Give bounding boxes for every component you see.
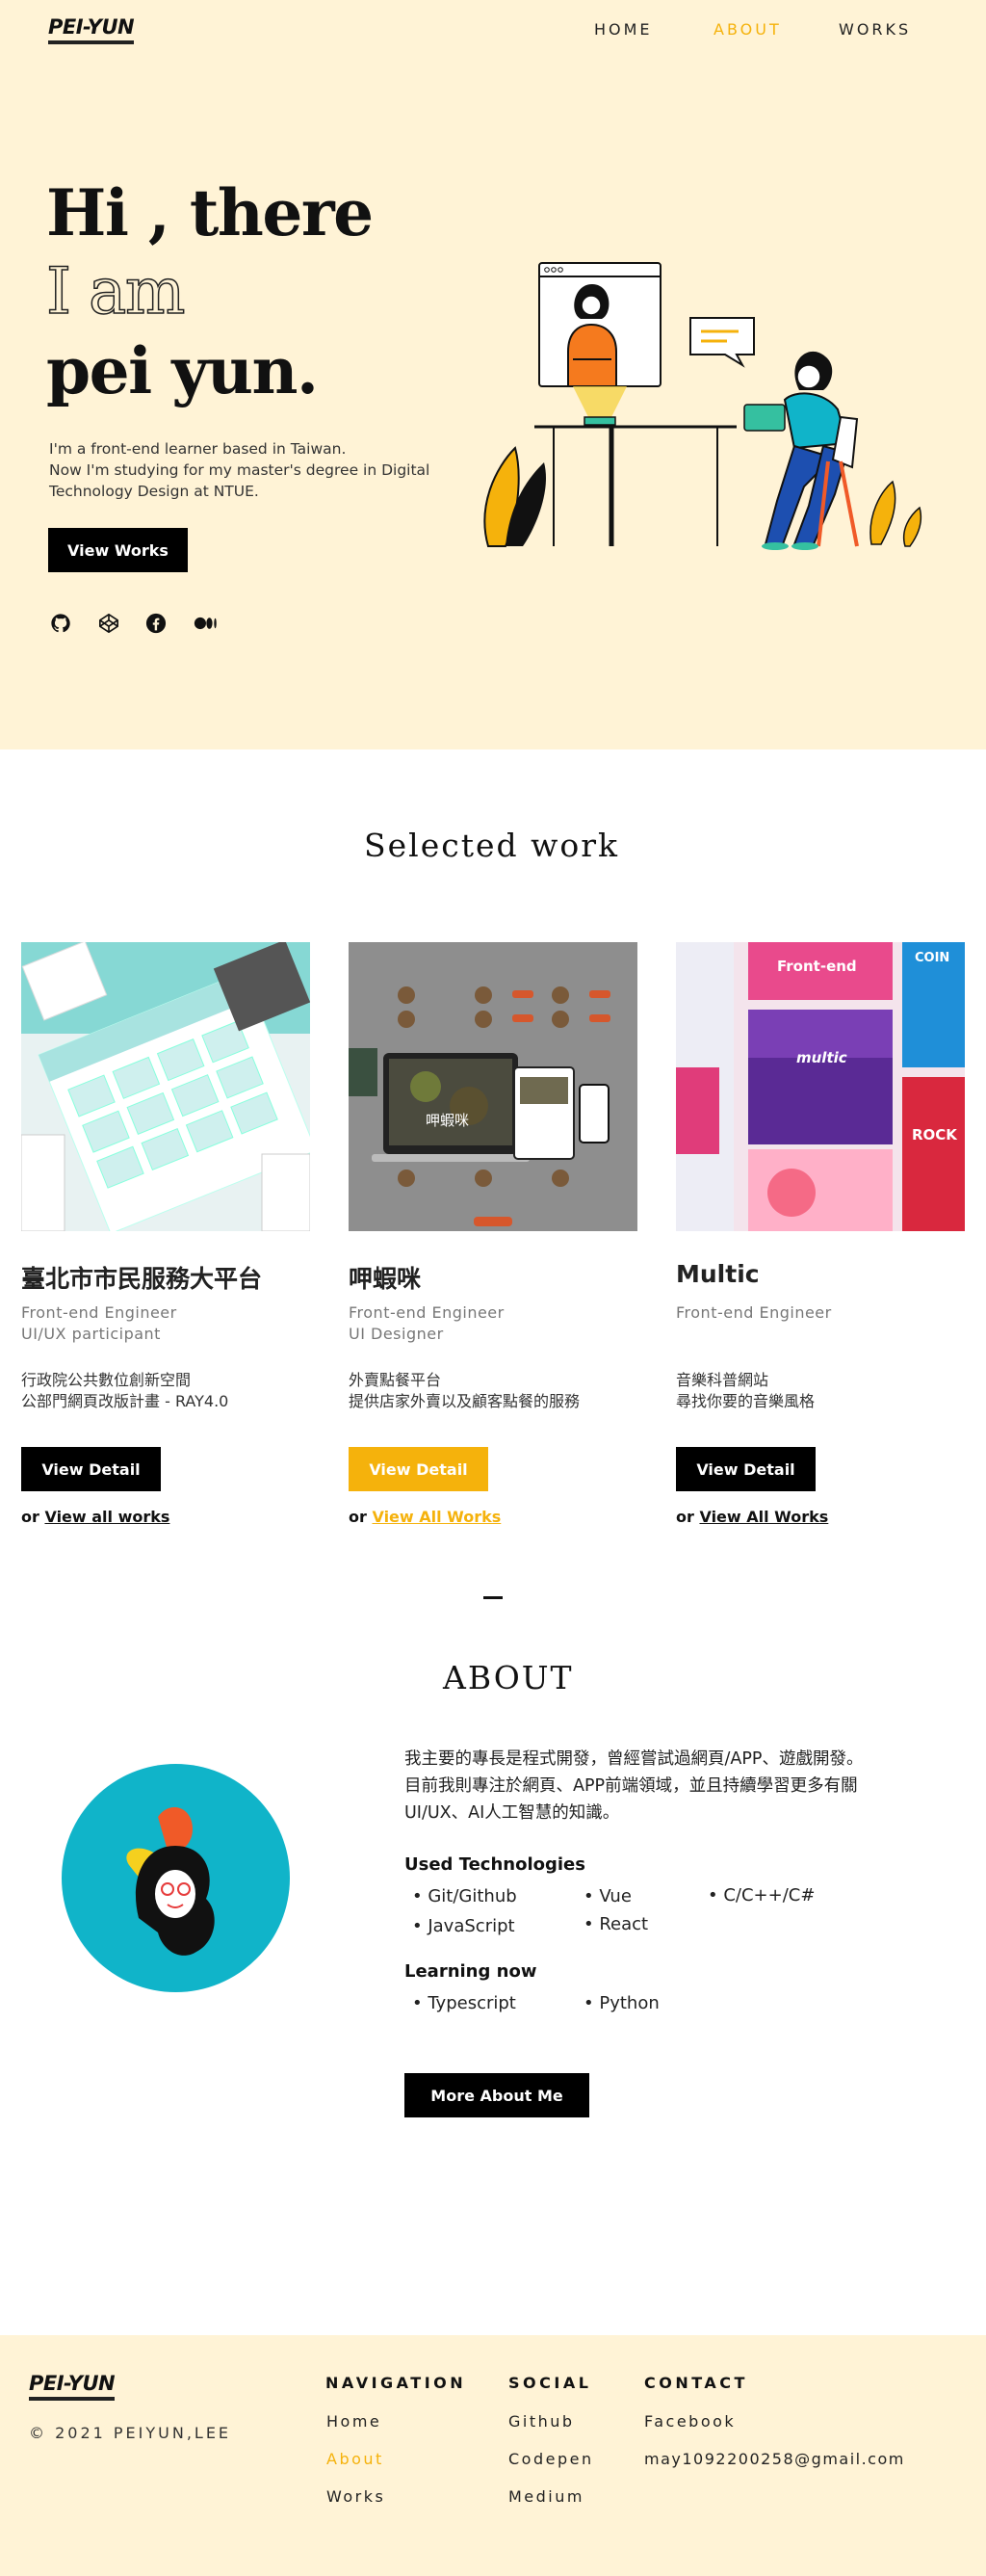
tech-item: • Git/Github	[412, 1886, 517, 1906]
or-label: or	[676, 1508, 694, 1526]
hero-illustration	[477, 255, 929, 554]
about-bio-line: 我主要的專長是程式開發，曾經嘗試過網頁/APP、遊戲開發。	[404, 1749, 864, 1769]
about-bio: 我主要的專長是程式開發，曾經嘗試過網頁/APP、遊戲開發。 目前我則專注於網頁、…	[404, 1746, 924, 1827]
used-technologies-heading: Used Technologies	[404, 1854, 585, 1875]
view-all-works-link[interactable]: View All Works	[699, 1508, 828, 1526]
footer-link-home[interactable]: Home	[326, 2412, 381, 2431]
view-detail-button[interactable]: View Detail	[21, 1447, 161, 1491]
hero-intro-line: I'm a front-end learner based in Taiwan.	[49, 440, 347, 458]
copyright: © 2021 PEIYUN,LEE	[29, 2424, 232, 2442]
view-all-works-link[interactable]: View all works	[44, 1508, 169, 1526]
tech-item-label: JavaScript	[428, 1916, 515, 1936]
site-logo[interactable]: PEI-YUN	[48, 15, 135, 44]
about-bio-line: UI/UX、AI人工智慧的知識。	[404, 1803, 620, 1823]
view-works-button[interactable]: View Works	[48, 528, 188, 572]
footer-social-heading: SOCIAL	[508, 2374, 592, 2392]
hero-heading-line2: I am	[45, 254, 186, 329]
tech-item: • Vue	[584, 1886, 632, 1906]
tech-item-label: C/C++/C#	[723, 1885, 816, 1906]
work-desc-line: 行政院公共數位創新空間	[21, 1371, 192, 1389]
medium-icon[interactable]	[194, 611, 219, 636]
learning-item-label: Python	[599, 1993, 660, 2013]
thumbnail-rock-text: ROCK	[912, 1126, 958, 1143]
thumbnail-coin-text: COIN	[915, 951, 949, 965]
footer-link-about[interactable]: About	[326, 2450, 384, 2468]
work-description: 外賣點餐平台 提供店家外賣以及顧客點餐的服務	[349, 1370, 580, 1412]
work-thumbnail[interactable]: Front-end multic COIN ROCK	[676, 942, 965, 1231]
section-divider	[483, 1596, 503, 1599]
nav-about[interactable]: ABOUT	[714, 20, 782, 39]
work-title: Multic	[676, 1260, 760, 1288]
view-all-works-link[interactable]: View All Works	[372, 1508, 501, 1526]
work-desc-line: 提供店家外賣以及顧客點餐的服務	[349, 1392, 581, 1410]
work-role: Front-end Engineer	[349, 1303, 505, 1322]
more-about-me-button[interactable]: More About Me	[404, 2073, 589, 2117]
work-thumbnail[interactable]	[21, 942, 310, 1231]
about-title: ABOUT	[443, 1659, 574, 1696]
hero-heading-line3: pei yun.	[46, 333, 319, 408]
work-title: 臺北市市民服務大平台	[21, 1265, 263, 1293]
work-description: 行政院公共數位創新空間 公部門網頁改版計畫 - RAY4.0	[21, 1370, 228, 1412]
learning-now-heading: Learning now	[404, 1961, 537, 1982]
view-all-works: or View All Works	[676, 1508, 828, 1526]
facebook-icon[interactable]	[143, 611, 169, 636]
work-desc-line: 尋找你要的音樂風格	[676, 1392, 816, 1410]
work-role: UI Designer	[349, 1325, 444, 1343]
work-desc-line: 外賣點餐平台	[349, 1371, 442, 1389]
learning-item-label: Typescript	[428, 1993, 516, 2013]
learning-item: • Python	[584, 1993, 660, 2013]
work-role: Front-end Engineer	[21, 1303, 177, 1322]
footer-logo[interactable]: PEI-YUN	[29, 2372, 116, 2401]
selected-work-title: Selected work	[364, 827, 619, 864]
view-all-works: or View All Works	[349, 1508, 501, 1526]
codepen-icon[interactable]	[96, 611, 121, 636]
tech-item-label: React	[599, 1914, 649, 1934]
footer-contact-heading: CONTACT	[644, 2374, 748, 2392]
thumbnail-banner-text: Front-end	[777, 958, 857, 975]
github-icon[interactable]	[48, 611, 73, 636]
hero-section: PEI-YUN HOME ABOUT WORKS Hi , there I am…	[0, 0, 986, 749]
work-roles: Front-end Engineer UI/UX participant	[21, 1302, 177, 1345]
tech-item: • C/C++/C#	[708, 1885, 816, 1906]
footer-link-codepen[interactable]: Codepen	[508, 2450, 594, 2468]
hero-intro: I'm a front-end learner based in Taiwan.…	[49, 438, 463, 502]
footer-link-email[interactable]: may1092200258@gmail.com	[644, 2450, 905, 2468]
thumbnail-brand-text: 呷蝦咪	[426, 1112, 469, 1129]
work-roles: Front-end Engineer UI Designer	[349, 1302, 505, 1345]
work-thumbnail[interactable]: 呷蝦咪	[349, 942, 637, 1231]
work-title: 呷蝦咪	[349, 1265, 422, 1293]
tech-item-label: Vue	[599, 1886, 632, 1906]
footer-navigation-heading: NAVIGATION	[325, 2374, 467, 2392]
footer: PEI-YUN © 2021 PEIYUN,LEE NAVIGATION Hom…	[0, 2335, 986, 2576]
footer-link-medium[interactable]: Medium	[508, 2487, 584, 2506]
avatar	[62, 1764, 290, 1992]
nav-works[interactable]: WORKS	[839, 20, 911, 39]
footer-link-facebook[interactable]: Facebook	[644, 2412, 736, 2431]
work-roles: Front-end Engineer	[676, 1302, 832, 1324]
view-all-works: or View all works	[21, 1508, 169, 1526]
about-bio-line: 目前我則專注於網頁、APP前端領域，並且持續學習更多有關	[404, 1776, 858, 1796]
work-role: Front-end Engineer	[676, 1303, 832, 1322]
view-detail-button[interactable]: View Detail	[676, 1447, 816, 1491]
view-detail-button[interactable]: View Detail	[349, 1447, 488, 1491]
nav-home[interactable]: HOME	[594, 20, 653, 39]
thumbnail-logo-text: multic	[796, 1049, 847, 1066]
tech-item: • JavaScript	[412, 1916, 515, 1936]
hero-intro-line: Technology Design at NTUE.	[49, 483, 259, 500]
work-desc-line: 公部門網頁改版計畫 - RAY4.0	[21, 1392, 229, 1410]
footer-link-github[interactable]: Github	[508, 2412, 575, 2431]
or-label: or	[21, 1508, 39, 1526]
tech-item-label: Git/Github	[428, 1886, 517, 1906]
hero-intro-line: Now I'm studying for my master's degree …	[49, 461, 430, 479]
work-description: 音樂科普網站 尋找你要的音樂風格	[676, 1370, 815, 1412]
learning-item: • Typescript	[412, 1993, 516, 2013]
or-label: or	[349, 1508, 367, 1526]
hero-heading-line1: Hi , there	[46, 175, 374, 250]
work-role: UI/UX participant	[21, 1325, 161, 1343]
footer-link-works[interactable]: Works	[326, 2487, 385, 2506]
tech-item: • React	[584, 1914, 649, 1934]
work-desc-line: 音樂科普網站	[676, 1371, 769, 1389]
